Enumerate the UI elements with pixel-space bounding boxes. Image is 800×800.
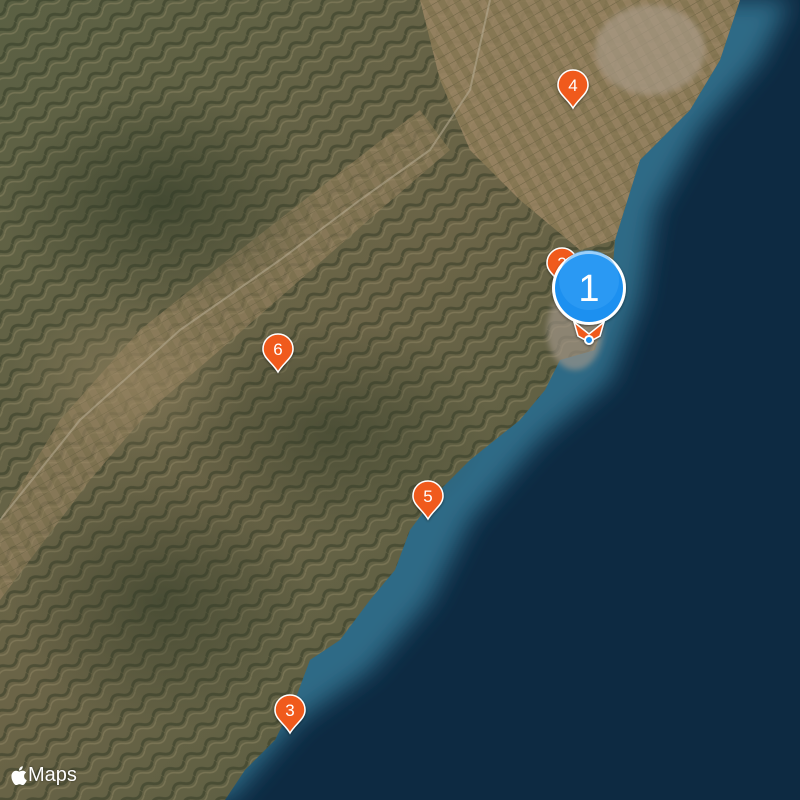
- pin-label: 3: [285, 701, 294, 720]
- pin-label: 4: [568, 76, 577, 95]
- location-dot-icon: [584, 335, 594, 345]
- pin-label: 5: [423, 487, 432, 506]
- dark-ridge-1: [0, 90, 320, 310]
- maps-attribution[interactable]: Maps: [11, 764, 77, 787]
- apple-logo-icon: [11, 766, 27, 785]
- dark-ridge-3: [10, 470, 310, 730]
- selected-pin-label: 1: [578, 268, 599, 310]
- town-area: [595, 5, 705, 95]
- attribution-text: Maps: [28, 764, 77, 786]
- pin-label: 6: [273, 340, 282, 359]
- satellite-map[interactable]: 4 2 6 5 3 1: [0, 0, 800, 800]
